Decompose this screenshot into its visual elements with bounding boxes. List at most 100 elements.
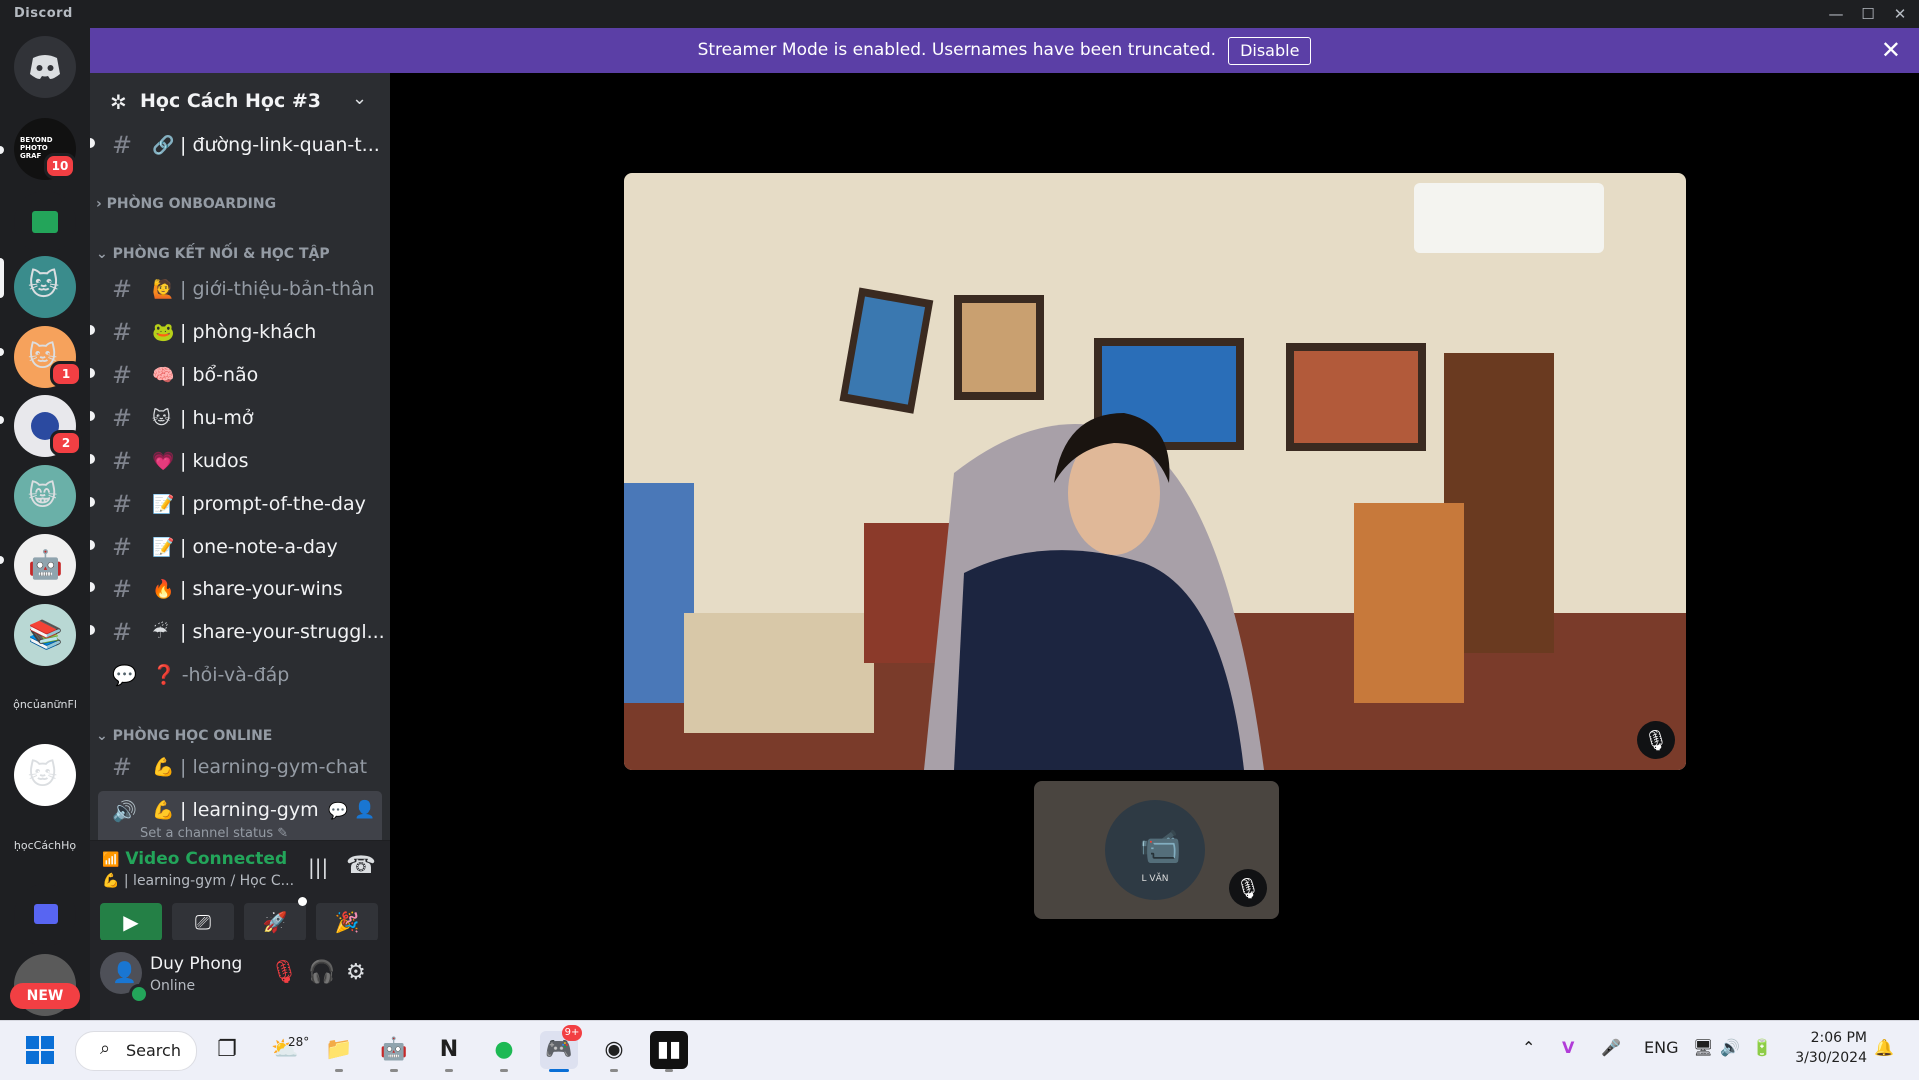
server-hoc-cach-hoc-3[interactable]: 🐱 — [14, 256, 76, 318]
soundboard-button[interactable]: 🎉 — [316, 903, 378, 941]
discord-home-button[interactable] — [14, 36, 76, 98]
channel-hoi-va-dap[interactable]: 💬 ❓ -hỏi-và-đáp — [98, 655, 382, 693]
server-mascot[interactable]: 🐱 — [14, 744, 76, 806]
muscle-icon: 💪 — [152, 757, 175, 778]
guild-header[interactable]: ✲ Học Cách Học #3 ⌄ — [90, 73, 390, 129]
audio-app-icon[interactable]: ▮▮ — [650, 1031, 688, 1072]
running-indicator — [390, 1069, 398, 1072]
channel-kudos[interactable]: # 💗 | kudos — [90, 442, 382, 480]
chevron-down-icon: ⌄ — [96, 728, 108, 744]
screen-share-button[interactable]: ⎚ — [172, 903, 234, 941]
disable-streamer-mode-button[interactable]: Disable — [1228, 36, 1312, 65]
channel-label: ❓ -hỏi-và-đáp — [152, 664, 290, 686]
server-learning[interactable]: 📚 — [14, 604, 76, 666]
voice-channel-subtitle: | learning-gym / Học C... — [123, 873, 295, 889]
windows-start-icon[interactable] — [21, 1031, 59, 1069]
app-tray-icon[interactable]: V — [1562, 1038, 1574, 1057]
weather-widget-icon[interactable]: ⛅ 28° — [266, 1031, 309, 1069]
clock-date: 3/30/2024 — [1795, 1050, 1867, 1066]
network-icon[interactable]: 🖥 — [1693, 1038, 1713, 1057]
server-folder[interactable] — [14, 191, 76, 253]
discord-logo-icon — [30, 55, 60, 79]
channel-hu-mo[interactable]: # 🐱 | hu-mở — [90, 399, 382, 437]
maximize-button[interactable]: ☐ — [1853, 2, 1883, 26]
close-window-button[interactable]: ✕ — [1885, 2, 1915, 26]
chevron-up-icon[interactable]: ⌃ — [1522, 1038, 1535, 1057]
unread-indicator — [0, 348, 4, 356]
category-onboarding[interactable]: › PHÒNG ONBOARDING — [96, 196, 376, 212]
battery-icon[interactable]: 🔋 — [1752, 1038, 1772, 1057]
banner-message: Streamer Mode is enabled. Usernames have… — [697, 40, 1217, 60]
camera-toggle-button[interactable]: ▶ — [100, 903, 162, 941]
server-avatar-icon: 🤖 — [28, 548, 63, 581]
channel-one-note-a-day[interactable]: # 📝 | one-note-a-day — [90, 528, 382, 566]
channel-status-prompt[interactable]: Set a channel status ✎ — [140, 826, 288, 841]
server-cats[interactable]: 😸 — [14, 465, 76, 527]
activities-button[interactable]: 🚀 — [244, 903, 306, 941]
video-frame — [624, 173, 1686, 770]
taskbar-search[interactable]: ⌕ Search — [75, 1031, 197, 1071]
video-connected-status[interactable]: 📶 Video Connected — [102, 849, 287, 869]
username[interactable]: Duy Phong — [150, 954, 242, 974]
microphone-icon[interactable]: 🎤 — [1601, 1038, 1621, 1057]
channel-prompt-of-the-day[interactable]: # 📝 | prompt-of-the-day — [90, 485, 382, 523]
invite-user-icon[interactable]: 👤 — [354, 800, 375, 820]
voice-channel-link[interactable]: 💪 | learning-gym / Học C... — [102, 873, 294, 889]
unread-indicator — [90, 540, 95, 550]
channel-label: | phòng-khách — [180, 321, 317, 343]
server-avatar-icon: 📚 — [28, 618, 63, 651]
main-video-feed[interactable]: 🎙 — [624, 173, 1686, 770]
hash-icon: # — [112, 490, 133, 518]
voice-channel-learning-gym[interactable]: 🔊 💪 | learning-gym 💬 👤 Set a channel sta… — [98, 791, 382, 847]
notification-icon[interactable]: 🔔 — [1874, 1038, 1894, 1057]
user-status: Online — [150, 978, 196, 994]
banner-close-icon[interactable]: ✕ — [1881, 36, 1901, 64]
system-clock[interactable]: 2:06 PM 3/30/2024 — [1795, 1028, 1867, 1068]
server-bot[interactable]: 🤖 — [14, 534, 76, 596]
file-explorer-icon[interactable]: 📁 — [320, 1031, 358, 1072]
channel-duong-link[interactable]: # 🔗 | đường-link-quan-t... — [90, 126, 382, 164]
muted-indicator-icon: 🎙 — [1637, 721, 1675, 759]
channel-share-your-wins[interactable]: # 🔥 | share-your-wins — [90, 570, 382, 608]
channel-phong-khach[interactable]: # 🐸 | phòng-khách — [90, 313, 382, 351]
headphones-icon[interactable]: 🎧 — [308, 960, 335, 985]
discord-taskbar-icon[interactable]: 🎮 9+ — [540, 1025, 582, 1072]
volume-icon[interactable]: 🔊 — [1720, 1038, 1740, 1057]
muted-indicator-icon: 🎙 — [1229, 869, 1267, 907]
channel-sidebar: ✲ Học Cách Học #3 ⌄ # 🔗 | đường-link-qua… — [90, 73, 390, 1020]
chat-bubble-icon[interactable]: 💬 — [328, 801, 348, 820]
minimize-button[interactable]: — — [1821, 2, 1851, 26]
channel-label: | hu-mở — [180, 407, 254, 429]
spotify-icon[interactable]: ● — [485, 1031, 523, 1072]
channel-bo-nao[interactable]: # 🧠 | bổ-não — [90, 356, 382, 394]
notion-icon[interactable]: N — [430, 1031, 468, 1072]
channel-label: | bổ-não — [180, 364, 259, 386]
task-view-icon[interactable]: ❐ — [208, 1031, 246, 1069]
speaker-icon: 🔊 — [112, 799, 137, 823]
category-connect[interactable]: ⌄ PHÒNG KẾT NỐI & HỌC TẬP — [96, 246, 376, 262]
channel-label: | giới-thiệu-bản-thân — [180, 278, 375, 300]
self-video-tile[interactable]: L VĂN 📹 🎙 — [1034, 781, 1279, 919]
chrome-icon[interactable]: ◉ — [595, 1031, 633, 1072]
channel-learning-gym-chat[interactable]: # 💪 | learning-gym-chat — [98, 748, 382, 786]
rocket-icon: 🚀 — [262, 910, 288, 934]
disconnect-icon[interactable]: ☎ — [346, 851, 376, 879]
channel-share-your-struggles[interactable]: # ☔ | share-your-struggl... — [90, 613, 385, 651]
app-icon-feedback[interactable]: 🤖 — [375, 1031, 413, 1072]
server-text-2[interactable]: ḥọcCáchHọ — [0, 839, 90, 852]
language-indicator[interactable]: ENG — [1644, 1038, 1678, 1057]
clock-time: 2:06 PM — [1810, 1030, 1867, 1046]
microphone-muted-icon[interactable]: 🎙 — [270, 960, 298, 985]
category-online[interactable]: ⌄ PHÒNG HỌC ONLINE — [96, 728, 376, 744]
soundboard-icon: 🎉 — [334, 910, 360, 934]
noise-suppression-icon[interactable]: ||| — [308, 855, 328, 879]
server-folder-2[interactable] — [14, 884, 76, 946]
search-label: Search — [126, 1041, 181, 1060]
channel-status-text: Set a channel status — [140, 826, 274, 841]
channel-gioi-thieu[interactable]: # 🙋 | giới-thiệu-bản-thân — [98, 270, 382, 308]
online-status-icon — [129, 984, 149, 1004]
frog-icon: 🐸 — [152, 322, 175, 343]
gear-icon[interactable]: ⚙ — [346, 960, 366, 985]
channel-label: | prompt-of-the-day — [180, 493, 366, 515]
server-text-1[interactable]: ộncủanữnFl — [0, 698, 90, 711]
